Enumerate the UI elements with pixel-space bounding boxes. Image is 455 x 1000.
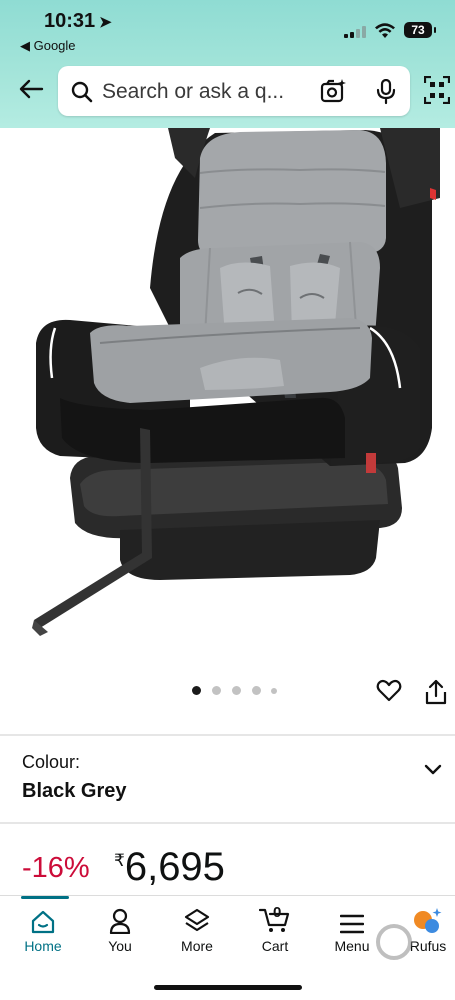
top-header: 10:31 ➤ ◀ Google 73 Search or ask a q... <box>0 0 455 128</box>
back-arrow-icon[interactable] <box>18 78 44 100</box>
nav-home-label: Home <box>24 938 62 954</box>
share-icon[interactable] <box>425 679 447 705</box>
colour-value: Black Grey <box>22 780 127 802</box>
back-app-label: Google <box>33 38 76 53</box>
section-divider <box>0 734 455 736</box>
home-indicator-bar <box>154 985 302 990</box>
olx-watermark <box>360 924 448 964</box>
back-to-app-link[interactable]: ◀ Google <box>20 38 76 54</box>
currency-symbol: ₹ <box>114 851 125 870</box>
discount-percentage: -16% <box>22 852 90 884</box>
nav-cart[interactable]: 0 Cart <box>240 904 310 954</box>
wifi-icon <box>375 23 395 38</box>
time-text: 10:31 <box>44 10 96 32</box>
product-image-car-seat[interactable] <box>0 128 455 668</box>
camera-search-icon[interactable] <box>320 78 348 104</box>
nav-home[interactable]: Home <box>8 906 78 954</box>
cart-count-badge: 0 <box>273 904 282 921</box>
carousel-dot[interactable] <box>271 688 277 694</box>
search-bar[interactable]: Search or ask a q... <box>58 66 410 116</box>
carousel-dot[interactable] <box>192 686 201 695</box>
microphone-icon[interactable] <box>376 79 396 105</box>
home-icon <box>31 910 55 934</box>
active-tab-indicator <box>21 896 69 899</box>
battery-indicator: 73 <box>404 22 436 38</box>
section-divider <box>0 822 455 824</box>
search-icon <box>71 81 93 103</box>
search-input[interactable]: Search or ask a q... <box>102 80 312 104</box>
location-arrow-icon: ➤ <box>99 14 112 31</box>
wishlist-heart-icon[interactable] <box>376 679 402 703</box>
chevron-down-icon[interactable] <box>424 764 442 776</box>
carousel-dot[interactable] <box>232 686 241 695</box>
cellular-signal-icon <box>344 26 368 38</box>
person-icon <box>109 908 131 934</box>
colour-label: Colour: <box>22 752 81 772</box>
status-time: 10:31 ➤ <box>44 10 112 33</box>
price: ₹6,695 <box>114 845 225 890</box>
watermark-ring-icon <box>376 924 412 960</box>
price-amount: 6,695 <box>124 845 225 889</box>
nav-more[interactable]: More <box>162 906 232 954</box>
carousel-dot[interactable] <box>252 686 261 695</box>
nav-cart-label: Cart <box>261 938 289 954</box>
qr-scan-icon[interactable] <box>424 76 450 104</box>
nav-you[interactable]: You <box>85 906 155 954</box>
layers-icon <box>184 908 210 932</box>
carousel-dot[interactable] <box>212 686 221 695</box>
nav-more-label: More <box>181 938 213 954</box>
nav-you-label: You <box>108 938 132 954</box>
